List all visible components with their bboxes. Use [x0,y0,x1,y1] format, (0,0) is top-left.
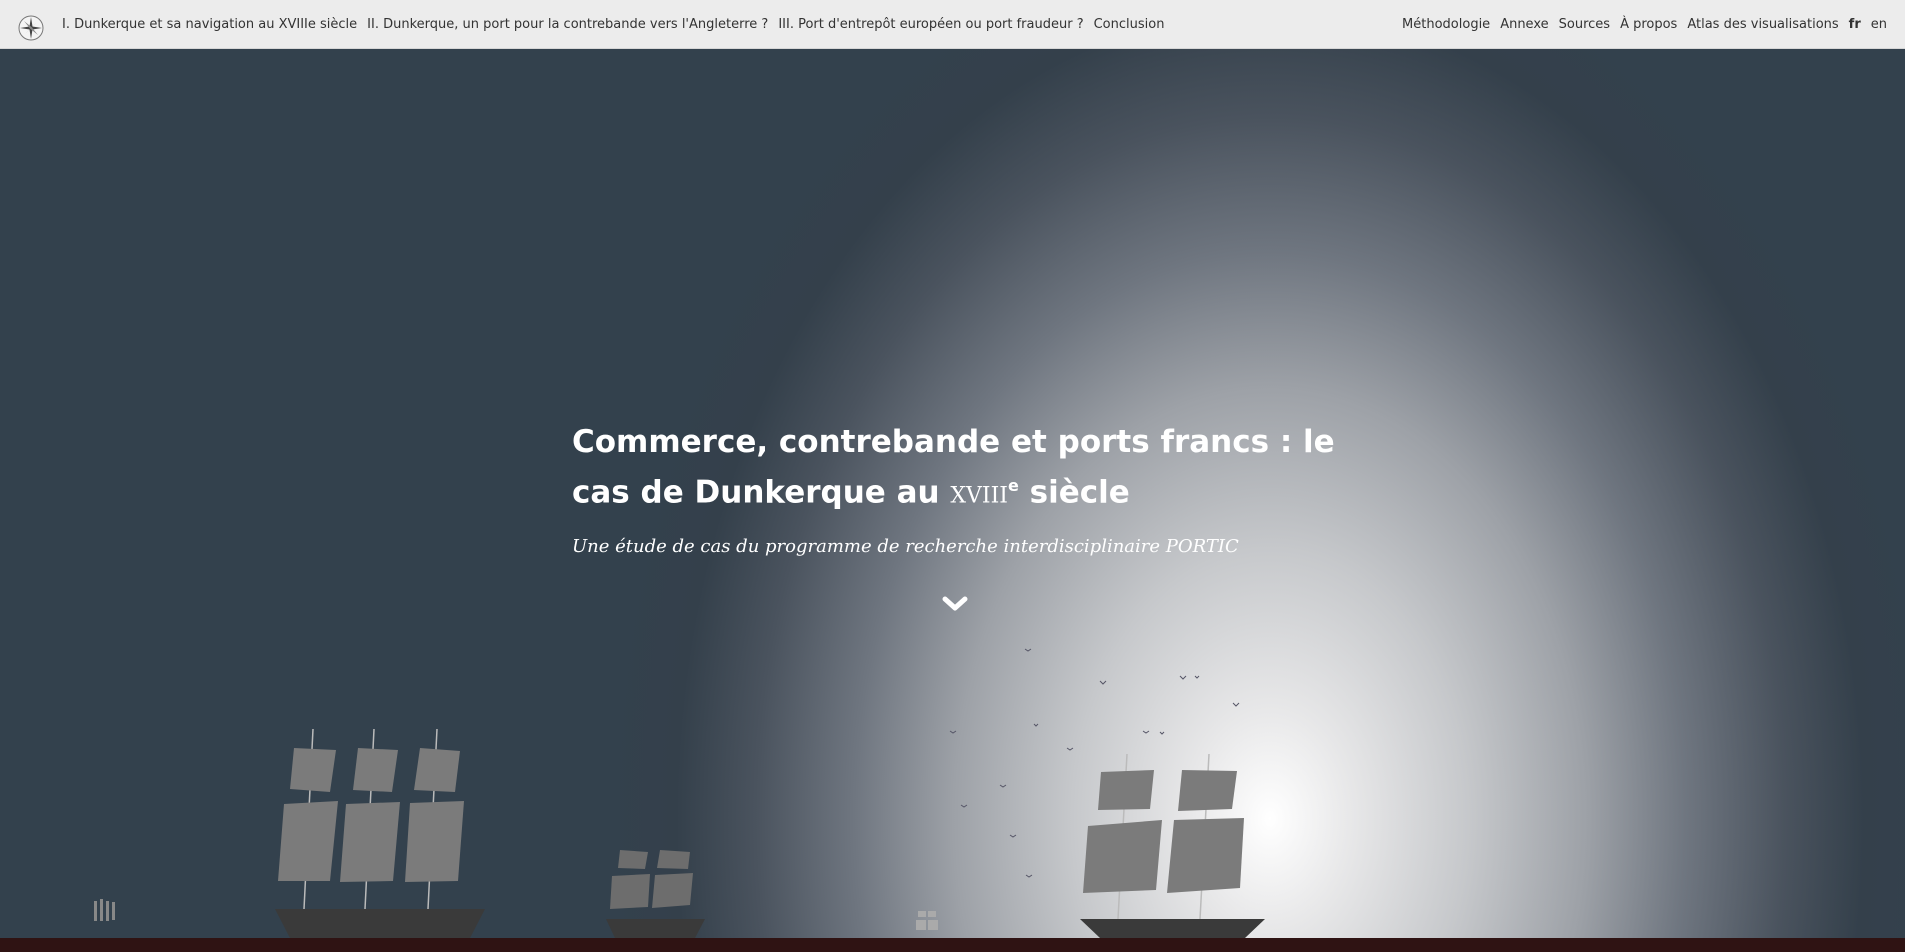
ship-far-left-tiny [94,899,115,921]
page-title: Commerce, contrebande et ports francs : … [572,421,1372,514]
secondary-nav: Méthodologie Annexe Sources À propos Atl… [1402,0,1887,49]
hero-section: Commerce, contrebande et ports francs : … [0,49,1905,938]
nav-atlas-link[interactable]: Atlas des visualisations [1687,17,1838,32]
nav-chapter-2-link[interactable]: II. Dunkerque, un port pour la contreban… [367,17,768,32]
nav-sources-link[interactable]: Sources [1559,17,1610,32]
compass-rose-icon[interactable] [18,15,44,41]
ship-left-large [275,728,485,938]
title-text-part2: siècle [1018,474,1130,511]
nav-a-propos-link[interactable]: À propos [1620,17,1677,32]
lang-en-link[interactable]: en [1871,17,1887,32]
lang-fr-link[interactable]: fr [1849,17,1861,32]
nav-chapter-1-link[interactable]: I. Dunkerque et sa navigation au XVIIIe … [62,17,357,32]
chevron-down-icon[interactable] [940,593,970,615]
bottom-strip [0,938,1905,952]
title-century-suffix: e [1008,476,1019,495]
main-chapters-nav: I. Dunkerque et sa navigation au XVIIIe … [62,0,1174,49]
nav-methodologie-link[interactable]: Méthodologie [1402,17,1490,32]
nav-annexe-link[interactable]: Annexe [1500,17,1548,32]
page-subtitle: Une étude de cas du programme de recherc… [572,536,1239,558]
title-century: xviii [950,474,1008,511]
nav-conclusion-link[interactable]: Conclusion [1094,17,1165,32]
ship-right-large [1080,753,1265,938]
ship-far-center-tiny [916,911,938,930]
nav-chapter-3-link[interactable]: III. Port d'entrepôt européen ou port fr… [778,17,1083,32]
ship-center-small [606,850,705,938]
top-navigation-bar: I. Dunkerque et sa navigation au XVIIIe … [0,0,1905,49]
hero-text-block: Commerce, contrebande et ports francs : … [572,421,1372,557]
